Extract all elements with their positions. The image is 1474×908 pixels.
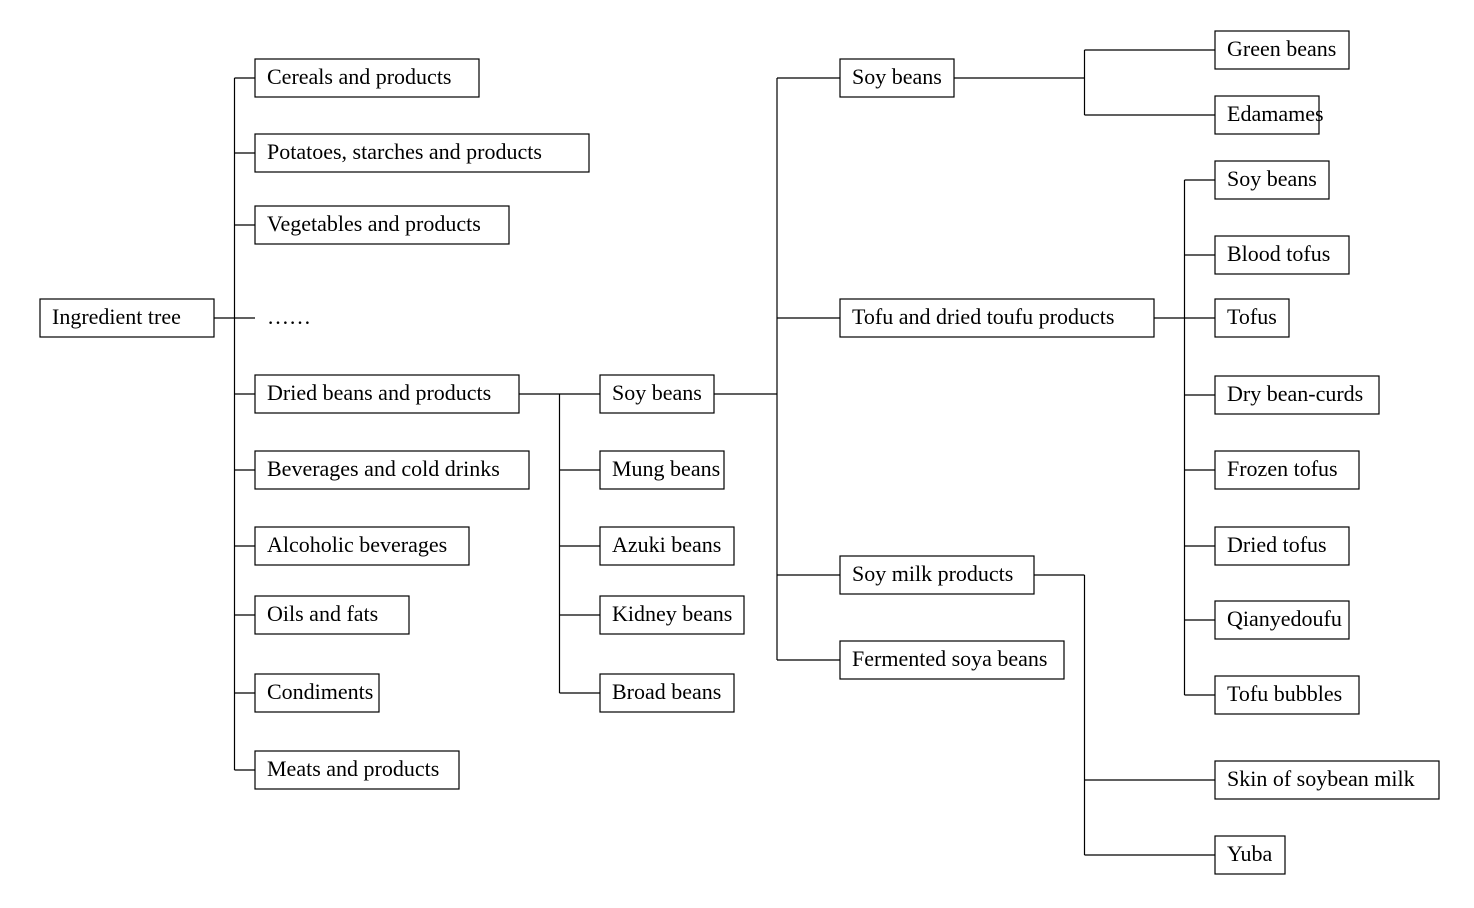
level2-azuki-beans-label: Azuki beans (612, 532, 721, 557)
level1-vegetables: Vegetables and products (255, 206, 509, 244)
level1-dried-beans: Dried beans and products (255, 375, 519, 413)
level1-dried-beans-label: Dried beans and products (267, 380, 491, 405)
level1-potatoes: Potatoes, starches and products (255, 134, 589, 172)
level4-frozen-tofus: Frozen tofus (1215, 451, 1359, 489)
level4-tofus-label: Tofus (1227, 304, 1277, 329)
level4-dried-tofus-label: Dried tofus (1227, 532, 1327, 557)
level1-condiments: Condiments (255, 674, 379, 712)
level3-tofu-dried-products-label: Tofu and dried toufu products (852, 304, 1114, 329)
level2-soy-beans-2: Soy beans (600, 375, 714, 413)
level2-broad-beans-label: Broad beans (612, 679, 721, 704)
level3-tofu-dried-products: Tofu and dried toufu products (840, 299, 1154, 337)
level4-yuba-label: Yuba (1227, 841, 1272, 866)
level4-edamames: Edamames (1215, 96, 1324, 134)
ingredient-tree-diagram: Ingredient tree Cereals and products Potat… (0, 0, 1474, 908)
level4-soy-beans-4-label: Soy beans (1227, 166, 1317, 191)
level4-frozen-tofus-label: Frozen tofus (1227, 456, 1338, 481)
level2-kidney-beans-label: Kidney beans (612, 601, 732, 626)
level4-qianyedoufu-label: Qianyedoufu (1227, 606, 1342, 631)
level3-soy-milk-products: Soy milk products (840, 556, 1034, 594)
level2-broad-beans: Broad beans (600, 674, 734, 712)
level4-skin-soybean-milk: Skin of soybean milk (1215, 761, 1439, 799)
level1-beverages: Beverages and cold drinks (255, 451, 529, 489)
level1-beverages-label: Beverages and cold drinks (267, 456, 500, 481)
level4-qianyedoufu: Qianyedoufu (1215, 601, 1349, 639)
level2-kidney-beans: Kidney beans (600, 596, 744, 634)
root-node-label: Ingredient tree (52, 304, 181, 329)
level4-blood-tofus-label: Blood tofus (1227, 241, 1330, 266)
level4-edamames-label: Edamames (1227, 101, 1324, 126)
level4-soy-beans-4: Soy beans (1215, 161, 1329, 199)
level3-fermented-soya-beans-label: Fermented soya beans (852, 646, 1048, 671)
level2-mung-beans: Mung beans (600, 451, 724, 489)
level1-alcoholic-label: Alcoholic beverages (267, 532, 447, 557)
level1-meats-label: Meats and products (267, 756, 439, 781)
level1-ellipsis-label: …… (267, 304, 311, 329)
level3-fermented-soya-beans: Fermented soya beans (840, 641, 1064, 679)
level4-tofu-bubbles: Tofu bubbles (1215, 676, 1359, 714)
level2-azuki-beans: Azuki beans (600, 527, 734, 565)
level4-tofus: Tofus (1215, 299, 1289, 337)
level4-blood-tofus: Blood tofus (1215, 236, 1349, 274)
level3-soy-beans-3-label: Soy beans (852, 64, 942, 89)
root-node: Ingredient tree (40, 299, 214, 337)
level1-potatoes-label: Potatoes, starches and products (267, 139, 542, 164)
level1-ellipsis: …… (267, 304, 311, 329)
level3-soy-beans-3: Soy beans (840, 59, 954, 97)
level4-skin-soybean-milk-label: Skin of soybean milk (1227, 766, 1415, 791)
level2-soy-beans-2-label: Soy beans (612, 380, 702, 405)
level4-tofu-bubbles-label: Tofu bubbles (1227, 681, 1342, 706)
level1-meats: Meats and products (255, 751, 459, 789)
level2-mung-beans-label: Mung beans (612, 456, 720, 481)
level4-green-beans-label: Green beans (1227, 36, 1336, 61)
level1-condiments-label: Condiments (267, 679, 373, 704)
level1-vegetables-label: Vegetables and products (267, 211, 481, 236)
level1-cereals-label: Cereals and products (267, 64, 452, 89)
level4-dry-bean-curds-label: Dry bean-curds (1227, 381, 1363, 406)
level3-soy-milk-products-label: Soy milk products (852, 561, 1013, 586)
level1-oils-label: Oils and fats (267, 601, 378, 626)
level1-alcoholic: Alcoholic beverages (255, 527, 469, 565)
level1-oils: Oils and fats (255, 596, 409, 634)
level1-cereals: Cereals and products (255, 59, 479, 97)
level4-green-beans: Green beans (1215, 31, 1349, 69)
level4-dry-bean-curds: Dry bean-curds (1215, 376, 1379, 414)
level4-dried-tofus: Dried tofus (1215, 527, 1349, 565)
level4-yuba: Yuba (1215, 836, 1285, 874)
